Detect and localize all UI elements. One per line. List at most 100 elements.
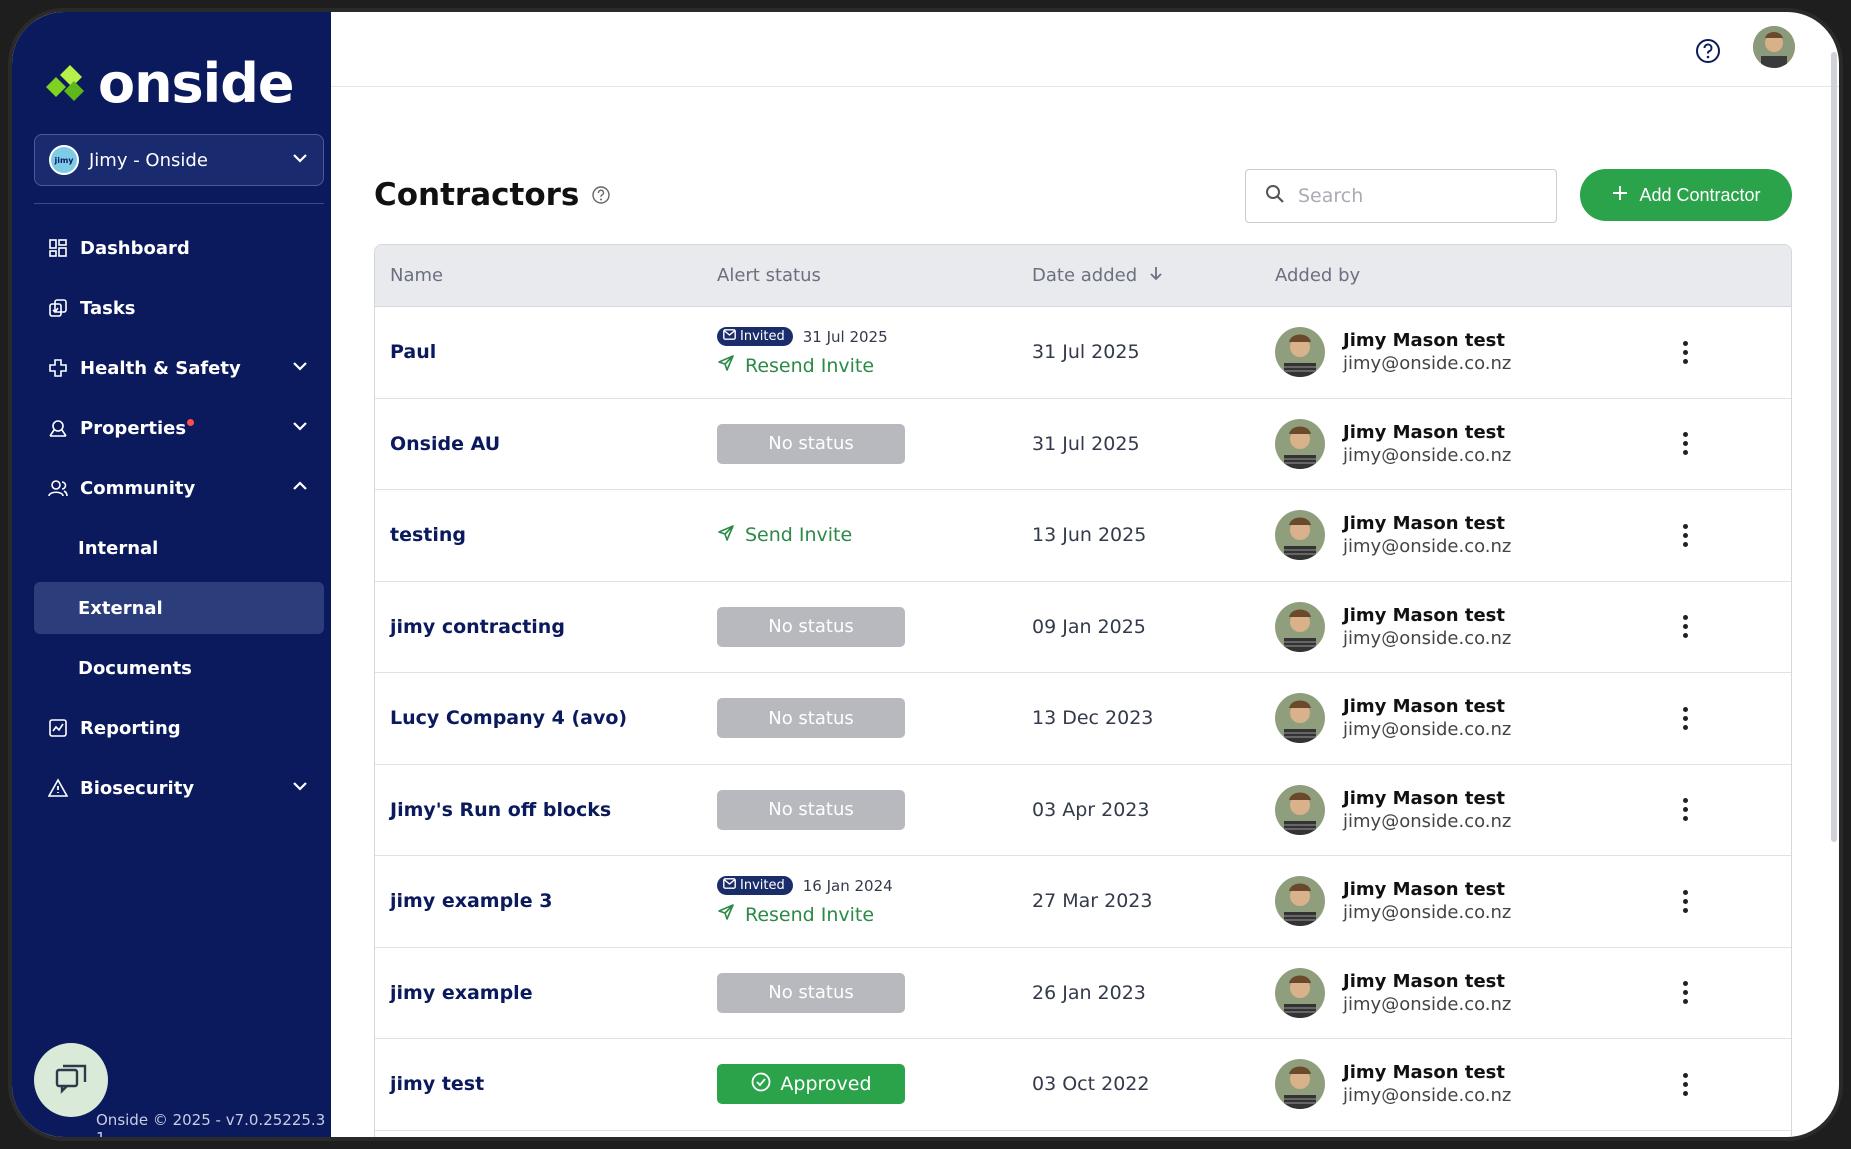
more-options-icon[interactable] [1682,798,1688,822]
date-added: 31 Jul 2025 [1032,432,1140,455]
contractor-name[interactable]: jimy example 3 [390,890,552,912]
table-row[interactable]: jimy test Approved 03 Oct 2022 Jimy Maso… [375,1039,1791,1131]
resend-invite-link[interactable]: Resend Invite [717,354,1032,377]
alert-status-cell: Approved [717,1064,1032,1105]
sidebar-item-properties[interactable]: Properties [34,402,324,454]
info-icon[interactable] [591,177,611,213]
sidebar: onside jimy Jimy - Onside Dashboard Task… [12,12,331,1137]
help-icon[interactable] [1695,38,1721,68]
date-added: 13 Jun 2025 [1032,524,1147,547]
tasks-icon [48,298,68,318]
search-input[interactable] [1298,185,1528,207]
sidebar-item-tasks[interactable]: Tasks [34,282,324,334]
more-options-icon[interactable] [1682,706,1688,730]
chevron-down-icon [290,357,310,379]
resend-invite-label: Resend Invite [745,903,875,926]
chevron-down-icon [290,777,310,799]
table-row[interactable]: testing Send Invite 13 Jun 2025 Jimy Mas… [375,490,1791,582]
column-header-added-by[interactable]: Added by [1275,265,1655,286]
send-icon [717,903,735,926]
chat-support-button[interactable] [34,1043,108,1117]
chat-icon [53,1060,89,1100]
date-added: 03 Apr 2023 [1032,798,1150,821]
report-icon [48,718,68,738]
contractor-name[interactable]: Onside AU [390,433,500,455]
sidebar-item-label: Reporting [80,717,181,739]
top-bar [331,12,1839,87]
brand-logo[interactable]: onside [42,52,294,115]
scrollbar[interactable] [1831,52,1837,842]
contractor-name[interactable]: testing [390,524,466,546]
sidebar-item-community[interactable]: Community [34,462,324,514]
user-avatar[interactable] [1753,26,1795,68]
table-row[interactable]: Paul Invited 31 Jul 2025 Resend Invite 31 … [375,307,1791,399]
added-by-email: jimy@onside.co.nz [1343,810,1512,832]
contractor-name[interactable]: jimy contracting [390,616,565,638]
added-by-avatar [1275,510,1325,561]
sidebar-item-documents[interactable]: Documents [34,642,324,694]
invited-label: Invited [740,878,785,894]
resend-invite-link[interactable]: Resend Invite [717,903,1032,926]
added-by-avatar [1275,418,1325,469]
sidebar-item-health-safety[interactable]: Health & Safety [34,342,324,394]
page-title-text: Contractors [374,177,580,213]
more-options-icon[interactable] [1682,340,1688,364]
users-icon [48,478,68,498]
contractor-name[interactable]: Paul [390,341,436,363]
more-options-icon[interactable] [1682,432,1688,456]
envelope-icon [723,329,736,344]
more-options-icon[interactable] [1682,1072,1688,1096]
envelope-icon [723,878,736,893]
add-contractor-button[interactable]: Add Contractor [1580,169,1792,221]
sidebar-item-external[interactable]: External [34,582,324,634]
table-row[interactable]: Lucy Company 4 (avo) No status 13 Dec 20… [375,673,1791,765]
more-options-icon[interactable] [1682,615,1688,639]
column-header-name[interactable]: Name [375,265,717,286]
alert-status-cell: No status [717,423,1032,464]
sidebar-item-biosecurity[interactable]: Biosecurity [34,762,324,814]
more-options-icon[interactable] [1682,523,1688,547]
app-version: Onside © 2025 - v7.0.25225.3 1 [96,1111,326,1141]
plus-icon [1611,184,1629,207]
alert-status-cell: Invited 16 Jan 2024 Resend Invite [717,876,1032,926]
send-invite-label: Send Invite [745,524,853,547]
org-avatar: jimy [49,145,79,175]
more-options-icon[interactable] [1682,889,1688,913]
sidebar-item-label: Biosecurity [80,777,195,799]
chevron-down-icon [291,149,309,171]
added-by-email: jimy@onside.co.nz [1343,444,1512,466]
org-selector[interactable]: jimy Jimy - Onside [34,134,324,186]
added-by-avatar [1275,784,1325,835]
page-title: Contractors [374,177,611,213]
table-row[interactable]: jimy contracting No status 09 Jan 2025 J… [375,582,1791,673]
invited-date: 31 Jul 2025 [802,327,888,346]
added-by-name: Jimy Mason test [1343,330,1505,352]
added-by-name: Jimy Mason test [1343,421,1505,443]
added-by-email: jimy@onside.co.nz [1343,536,1512,558]
column-header-alert-status[interactable]: Alert status [717,265,1032,286]
table-row[interactable]: jimy example 3 Invited 16 Jan 2024 Resend … [375,856,1791,948]
column-header-date-added[interactable]: Date added [1032,265,1275,286]
contractor-name[interactable]: Jimy's Run off blocks [390,799,611,821]
table-row[interactable]: Onside AU No status 31 Jul 2025 Jimy Mas… [375,399,1791,490]
sidebar-item-label: Documents [78,657,192,679]
add-contractor-label: Add Contractor [1639,184,1761,205]
sidebar-item-reporting[interactable]: Reporting [34,702,324,754]
alert-status-cell: No status [717,606,1032,647]
search-box[interactable] [1245,169,1557,223]
send-invite-link[interactable]: Send Invite [717,524,1032,547]
date-added: 03 Oct 2022 [1032,1073,1150,1096]
table-row[interactable]: jimy example No status 26 Jan 2023 Jimy … [375,948,1791,1039]
sidebar-item-internal[interactable]: Internal [34,522,324,574]
contractor-name[interactable]: Lucy Company 4 (avo) [390,707,627,729]
added-by-avatar [1275,967,1325,1018]
contractor-name[interactable]: jimy example [390,982,533,1004]
more-options-icon[interactable] [1682,981,1688,1005]
table-row[interactable]: Jimy's Run off blocks No status 03 Apr 2… [375,765,1791,856]
check-circle-icon [750,1071,772,1098]
added-by-name: Jimy Mason test [1343,879,1505,901]
contractor-name[interactable]: jimy test [390,1073,484,1095]
sidebar-item-dashboard[interactable]: Dashboard [34,222,324,274]
invited-date: 16 Jan 2024 [802,876,893,895]
alert-status-cell: Invited 31 Jul 2025 Resend Invite [717,327,1032,377]
